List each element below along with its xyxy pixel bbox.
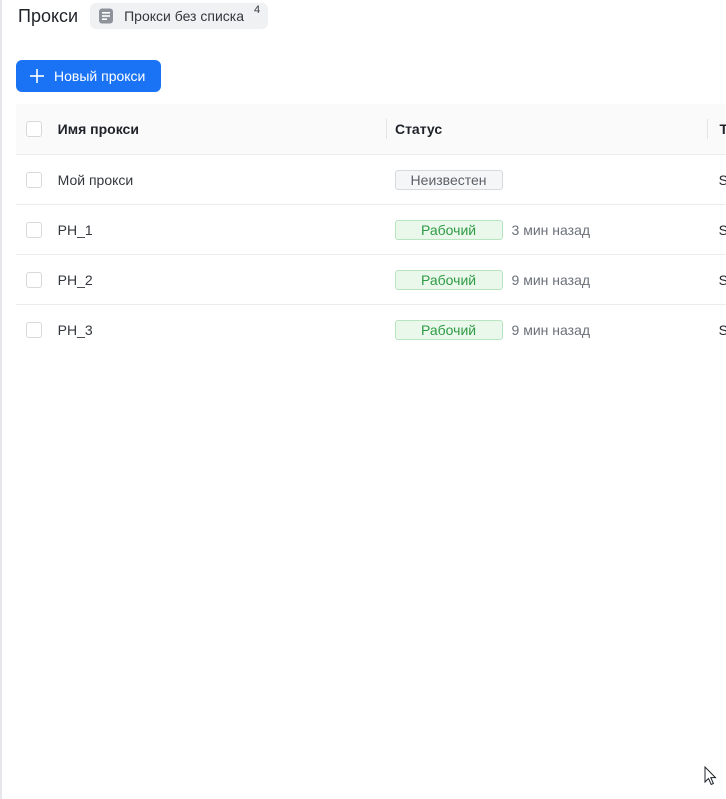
table-row[interactable]: Мой прокси Неизвестен S	[16, 155, 726, 205]
proxy-name: PH_1	[57, 221, 93, 238]
status-badge: Рабочий	[394, 319, 503, 340]
column-header-status[interactable]: Статус	[395, 121, 707, 137]
column-header-type[interactable]: Т	[719, 121, 726, 137]
status-cell: Рабочий 9 мин назад	[394, 319, 707, 340]
row-check-cell	[16, 221, 56, 238]
last-check-time: 9 мин назад	[511, 271, 591, 288]
status-cell: Рабочий 3 мин назад	[394, 219, 707, 240]
row-checkbox[interactable]	[26, 321, 42, 338]
last-check-time: 3 мин назад	[511, 221, 591, 238]
proxy-name: PH_2	[57, 271, 93, 288]
proxy-type: S	[719, 172, 726, 188]
status-badge: Рабочий	[394, 269, 503, 290]
table-row[interactable]: PH_1 Рабочий 3 мин назад S	[16, 205, 726, 255]
proxy-list-chip[interactable]: Прокси без списка 4	[90, 3, 269, 29]
proxy-type: S	[719, 322, 726, 338]
select-all-checkbox[interactable]	[26, 121, 42, 137]
status-cell: Неизвестен	[394, 169, 707, 190]
row-check-cell	[16, 271, 56, 288]
plus-icon	[30, 69, 44, 83]
proxy-type: S	[719, 272, 726, 288]
proxy-name: PH_3	[57, 321, 93, 338]
column-divider[interactable]	[707, 119, 709, 139]
document-icon	[99, 8, 114, 24]
new-proxy-button[interactable]: Новый прокси	[16, 60, 162, 92]
table-row[interactable]: PH_3 Рабочий 9 мин назад S	[16, 305, 726, 354]
row-check-cell	[16, 321, 56, 338]
proxies-page: Прокси Прокси без списка 4 Новый прокси …	[0, 0, 726, 799]
page-header: Прокси Прокси без списка 4	[18, 2, 269, 30]
select-all-cell	[16, 121, 56, 137]
proxy-list-count: 4	[254, 4, 261, 16]
proxy-type: S	[719, 222, 726, 238]
row-checkbox[interactable]	[26, 271, 42, 288]
new-proxy-button-label: Новый прокси	[54, 68, 146, 84]
status-badge: Неизвестен	[394, 169, 503, 190]
mouse-cursor-icon	[704, 766, 717, 786]
row-checkbox[interactable]	[26, 221, 42, 238]
row-checkbox[interactable]	[26, 171, 42, 188]
proxy-table: Имя прокси Статус Т Мой прокси Неизвесте…	[16, 104, 726, 354]
status-cell: Рабочий 9 мин назад	[394, 269, 707, 290]
page-title: Прокси	[18, 5, 79, 26]
table-row[interactable]: PH_2 Рабочий 9 мин назад S	[16, 255, 726, 305]
column-header-name[interactable]: Имя прокси	[56, 121, 386, 137]
column-divider[interactable]	[385, 119, 387, 139]
row-check-cell	[16, 171, 56, 188]
table-header: Имя прокси Статус Т	[16, 104, 726, 155]
proxy-list-chip-label: Прокси без списка	[124, 8, 244, 24]
status-badge: Рабочий	[394, 219, 503, 240]
proxy-name: Мой прокси	[57, 171, 134, 188]
last-check-time: 9 мин назад	[511, 321, 591, 338]
